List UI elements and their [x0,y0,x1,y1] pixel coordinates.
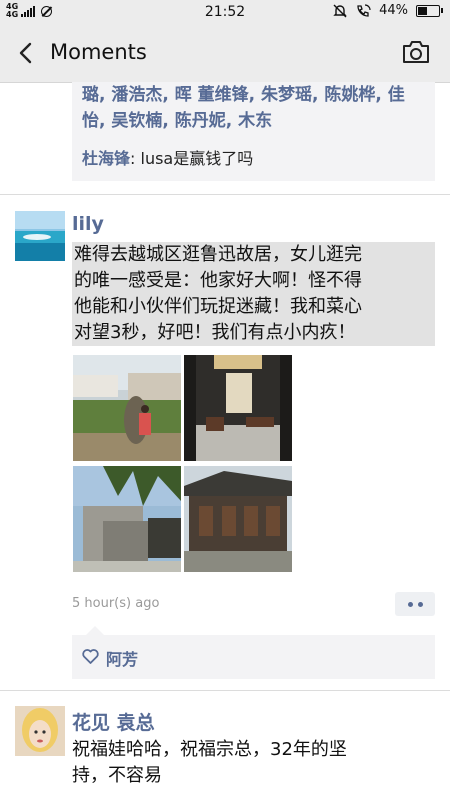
post-text-line: 他能和小伙伴们玩捉迷藏！我和菜心 [74,296,362,317]
page-title: Moments [50,40,147,64]
post-text-line: 持，不容易 [72,765,162,786]
status-bar: 4G 4G 21:52 44% [0,0,450,24]
post-photo-4[interactable] [184,466,292,572]
like-line[interactable]: 怡, 吴钦楠, 陈丹妮, 木东 [82,108,422,134]
back-icon[interactable] [14,40,40,66]
wifi-call-icon [357,3,371,17]
post-text-line: 祝福娃哈哈，祝福宗总，32年的坚 [72,739,347,760]
like-line[interactable]: 璐, 潘浩杰, 晖 董维锋, 朱梦瑶, 陈姚桦, 佳 [82,82,422,108]
post-text-line: 难得去越城区逛鲁迅故居，女儿逛完 [74,244,362,265]
prev-like-list: 璐, 潘浩杰, 晖 董维锋, 朱梦瑶, 陈姚桦, 佳 怡, 吴钦楠, 陈丹妮, … [82,82,422,134]
post-photo-2[interactable] [184,355,292,461]
liker-name[interactable]: 阿芳 [106,646,138,670]
battery-fill [418,6,427,15]
comment-text: : lusa是赢钱了吗 [130,149,254,168]
comment-author[interactable]: 杜海锋 [82,149,130,168]
post-timestamp: 5 hour(s) ago [72,596,160,611]
status-right: 44% [333,3,443,18]
moments-feed[interactable]: 璐, 潘浩杰, 晖 董维锋, 朱梦瑶, 陈姚桦, 佳 怡, 吴钦楠, 陈丹妮, … [0,82,450,800]
more-button[interactable] [395,592,435,616]
likes-box: 阿芳 [72,626,435,679]
post-text: 难得去越城区逛鲁迅故居，女儿逛完 的唯一感受是：他家好大啊！怪不得 他能和小伙伴… [72,242,435,346]
prev-post-interactions: 璐, 潘浩杰, 晖 董维锋, 朱梦瑶, 陈姚桦, 佳 怡, 吴钦楠, 陈丹妮, … [72,82,435,181]
post-username[interactable]: 花见 袁总 [72,708,155,735]
alarm-off-icon [333,4,347,17]
battery-icon [416,4,443,17]
camera-icon[interactable] [402,40,430,64]
post-photo-1[interactable] [73,355,181,461]
battery-percent: 44% [379,3,408,18]
heart-icon [82,649,99,664]
post-text: 祝福娃哈哈，祝福宗总，32年的坚 持，不容易 [72,737,435,789]
avatar-lily[interactable] [15,211,65,261]
more-icon [407,601,413,607]
avatar-huajian[interactable] [15,706,65,756]
post-username[interactable]: lily [72,213,104,235]
post-text-line: 的唯一感受是：他家好大啊！怪不得 [74,270,362,291]
comment-item[interactable]: 杜海锋: lusa是赢钱了吗 [82,145,253,169]
post-text-line: 对望3秒，好吧！我们有点小内疚！ [74,322,356,343]
post-photo-3[interactable] [73,466,181,572]
post-divider [0,690,450,691]
nav-bar: Moments [0,24,450,83]
post-divider [0,194,450,195]
